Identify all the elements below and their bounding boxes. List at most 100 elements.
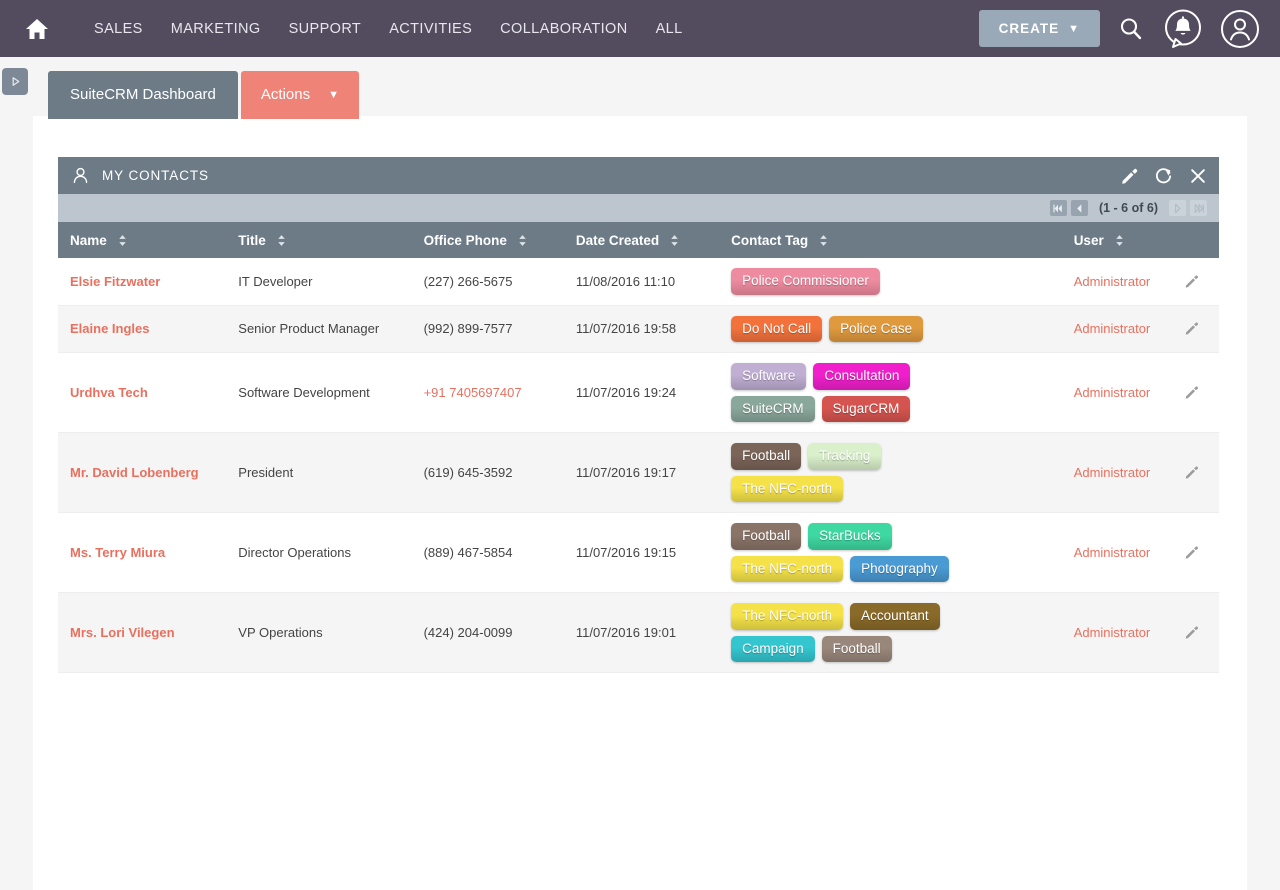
pencil-icon[interactable] [1184, 321, 1209, 336]
refresh-icon[interactable] [1154, 166, 1173, 185]
column-header-label: User [1073, 232, 1104, 248]
cell-name: Ms. Terry Miura [58, 512, 229, 594]
contact-tag[interactable]: Software [731, 363, 807, 390]
contact-name-link[interactable]: Urdhva Tech [70, 385, 148, 400]
contact-tag[interactable]: The NFC-north [731, 603, 844, 630]
assigned-user-link[interactable]: Administrator [1074, 385, 1151, 400]
sidebar-toggle-button[interactable] [2, 68, 28, 95]
assigned-user-link[interactable]: Administrator [1074, 465, 1151, 480]
search-icon[interactable] [1116, 14, 1146, 44]
office-phone-value: (889) 467-5854 [423, 545, 513, 561]
column-header-actions [1173, 222, 1219, 258]
tab-suitecrm-dashboard[interactable]: SuiteCRM Dashboard [48, 71, 238, 119]
play-triangle-icon [9, 75, 22, 88]
dashlet-header: MY CONTACTS [58, 157, 1219, 194]
tag-list: Police Commissioner [731, 268, 961, 295]
tab-actions-label: Actions [260, 86, 311, 103]
sort-arrows-icon[interactable] [670, 234, 679, 247]
assigned-user-link[interactable]: Administrator [1074, 321, 1151, 336]
contact-name-link[interactable]: Mr. David Lobenberg [70, 465, 199, 480]
column-header-label: Contact Tag [731, 232, 809, 248]
nav-link-sales[interactable]: SALES [80, 21, 157, 37]
nav-link-activities[interactable]: ACTIVITIES [375, 21, 486, 37]
tag-list: The NFC-north Accountant Campaign Football [731, 603, 961, 663]
sort-arrows-icon[interactable] [277, 234, 286, 247]
nav-link-collaboration[interactable]: COLLABORATION [486, 21, 641, 37]
contact-tag[interactable]: Football [731, 523, 802, 550]
my-contacts-dashlet: MY CONTACTS (1 - 6 of 6) Name Title Offi… [58, 157, 1219, 674]
cell-title: IT Developer [228, 258, 414, 306]
tag-list: Software Consultation SuiteCRM SugarCRM [731, 363, 961, 423]
cell-row-actions [1173, 432, 1219, 514]
person-icon [71, 166, 90, 185]
contact-tag[interactable]: Football [821, 635, 892, 663]
cell-name: Mr. David Lobenberg [58, 432, 229, 514]
pencil-icon[interactable] [1184, 625, 1209, 640]
contact-tag[interactable]: SugarCRM [821, 395, 911, 423]
contact-tag[interactable]: Do Not Call [731, 315, 823, 343]
nav-link-support[interactable]: SUPPORT [275, 21, 376, 37]
user-profile-icon[interactable] [1220, 9, 1260, 49]
office-phone-link[interactable]: +91 7405697407 [424, 385, 522, 400]
sort-arrows-icon[interactable] [518, 234, 527, 247]
last-page-icon[interactable] [1190, 200, 1207, 216]
contact-tag[interactable]: Accountant [850, 603, 940, 630]
notification-bell-icon[interactable] [1162, 8, 1204, 50]
column-header-user[interactable]: User [1063, 222, 1174, 258]
contact-title: VP Operations [238, 625, 323, 641]
chevron-down-icon: ▼ [1068, 22, 1080, 35]
contact-tag[interactable]: Police Commissioner [731, 268, 880, 295]
cell-user: Administrator [1063, 432, 1174, 514]
contacts-table: Name Title Office Phone Date Created Contact… [58, 222, 1219, 674]
tab-actions[interactable]: Actions ▼ [240, 71, 359, 119]
contact-name-link[interactable]: Elsie Fitzwater [70, 274, 160, 289]
column-header-date-created[interactable]: Date Created [565, 222, 722, 258]
contact-tag[interactable]: StarBucks [808, 523, 892, 550]
pencil-icon[interactable] [1120, 167, 1138, 185]
close-icon[interactable] [1189, 167, 1207, 185]
column-header-office-phone[interactable]: Office Phone [413, 222, 566, 258]
sort-arrows-icon[interactable] [1115, 234, 1124, 247]
cell-title: VP Operations [228, 592, 414, 674]
sort-arrows-icon[interactable] [819, 234, 828, 247]
assigned-user-link[interactable]: Administrator [1074, 274, 1151, 289]
home-icon[interactable] [24, 16, 50, 42]
contact-tag[interactable]: Tracking [808, 443, 882, 470]
contact-name-link[interactable]: Elaine Ingles [70, 321, 149, 336]
cell-user: Administrator [1063, 512, 1174, 594]
pencil-icon[interactable] [1184, 465, 1209, 480]
pencil-icon[interactable] [1184, 385, 1209, 400]
cell-row-actions [1173, 592, 1219, 674]
first-page-icon[interactable] [1049, 200, 1067, 216]
table-row: Mr. David Lobenberg President (619) 645-35… [58, 432, 1219, 514]
nav-link-all[interactable]: ALL [642, 21, 697, 37]
contact-tag[interactable]: Police Case [829, 315, 924, 343]
column-header-title[interactable]: Title [228, 222, 414, 258]
pencil-icon[interactable] [1184, 545, 1209, 560]
contact-tag[interactable]: The NFC-north [731, 555, 844, 583]
sort-arrows-icon[interactable] [118, 234, 127, 247]
pencil-icon[interactable] [1184, 274, 1209, 289]
contact-tag[interactable]: SuiteCRM [731, 395, 815, 423]
cell-date-created: 11/07/2016 19:17 [565, 432, 722, 514]
prev-page-icon[interactable] [1070, 200, 1088, 216]
contact-tag[interactable]: Campaign [731, 635, 815, 663]
cell-contact-tags: Do Not Call Police Case [721, 305, 1064, 354]
contact-tag[interactable]: Consultation [813, 363, 911, 390]
column-header-contact-tag[interactable]: Contact Tag [721, 222, 1064, 258]
contact-tag[interactable]: Photography [850, 555, 949, 583]
assigned-user-link[interactable]: Administrator [1074, 545, 1151, 560]
contact-name-link[interactable]: Ms. Terry Miura [70, 545, 165, 560]
date-created-value: 11/07/2016 19:17 [575, 465, 677, 481]
main-menu: SALES MARKETING SUPPORT ACTIVITIES COLLABORA… [80, 21, 697, 37]
contact-name-link[interactable]: Mrs. Lori Vilegen [70, 625, 175, 640]
column-header-name[interactable]: Name [58, 222, 229, 258]
assigned-user-link[interactable]: Administrator [1074, 625, 1151, 640]
nav-link-marketing[interactable]: MARKETING [157, 21, 275, 37]
cell-name: Elsie Fitzwater [58, 258, 229, 306]
contact-title: Software Development [238, 385, 370, 401]
contact-tag[interactable]: The NFC-north [731, 475, 844, 503]
create-button[interactable]: CREATE ▼ [978, 10, 1100, 47]
contact-tag[interactable]: Football [731, 443, 802, 470]
next-page-icon[interactable] [1169, 200, 1186, 216]
